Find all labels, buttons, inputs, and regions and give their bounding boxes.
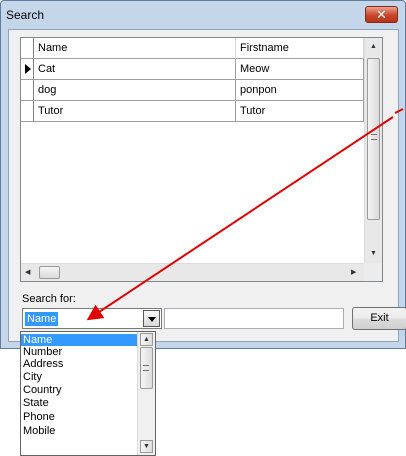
cell-firstname[interactable]: Meow [236,59,364,80]
dropdown-option-name[interactable]: Name [21,334,137,346]
exit-button[interactable]: Exit [352,307,406,330]
combobox-selected-value: Name [25,312,59,326]
scroll-up-icon: ▲ [143,336,150,343]
grip-icon [371,134,377,140]
dropdown-scrollbar[interactable]: ▲ ▼ [137,332,155,455]
scroll-left-icon[interactable]: ◀ [25,269,30,277]
grid-header: Name Firstname [21,38,364,59]
dropdown-option-city[interactable]: City [21,371,137,383]
grid-horizontal-scrollbar[interactable]: ◀ ▶ [21,263,364,281]
close-button[interactable]: ✕ [365,6,398,23]
grip-icon [143,365,149,371]
cell-name[interactable]: Tutor [34,101,236,122]
chevron-down-icon [148,317,156,322]
dropdown-option-phone[interactable]: Phone [21,411,137,423]
dropdown-option-state[interactable]: State [21,397,137,409]
grid-vertical-scrollbar[interactable]: ▲ ▼ [364,38,382,264]
header-corner [21,38,34,59]
scroll-down-icon: ▼ [143,443,150,450]
results-grid[interactable]: Name Firstname Cat Meow dog ponpon Tutor… [20,37,383,282]
table-row[interactable]: Tutor Tutor [21,101,364,122]
search-for-label: Search for: [22,293,76,305]
client-area: Name Firstname Cat Meow dog ponpon Tutor… [8,29,406,342]
column-header-firstname[interactable]: Firstname [236,38,364,59]
combobox-dropdown-button[interactable] [143,310,160,327]
dropdown-option-mobile[interactable]: Mobile [21,425,137,437]
close-icon: ✕ [376,7,387,22]
column-header-name[interactable]: Name [34,38,236,59]
table-row[interactable]: dog ponpon [21,80,364,101]
dropdown-option-number[interactable]: Number [21,346,137,358]
dropdown-scroll-up-button[interactable]: ▲ [140,333,153,346]
cell-name[interactable]: Cat [34,59,236,80]
row-header[interactable] [21,80,34,101]
search-input[interactable] [164,308,344,329]
dropdown-option-address[interactable]: Address [21,358,137,370]
row-pointer-icon [25,64,31,74]
scroll-up-icon[interactable]: ▲ [370,43,377,51]
cell-firstname[interactable]: Tutor [236,101,364,122]
search-field-dropdown-list[interactable]: Name Number Address City Country State P… [20,331,156,456]
title-bar[interactable]: Search ✕ [1,1,405,29]
row-header[interactable] [21,101,34,122]
scroll-down-icon[interactable]: ▼ [370,250,377,258]
table-row[interactable]: Cat Meow [21,59,364,80]
dropdown-option-country[interactable]: Country [21,384,137,396]
cell-firstname[interactable]: ponpon [236,80,364,101]
scrollbar-corner [364,263,382,281]
scroll-right-icon[interactable]: ▶ [351,269,356,277]
dropdown-scroll-down-button[interactable]: ▼ [140,440,153,453]
search-field-combobox[interactable]: Name [22,308,162,329]
search-window: Search ✕ Name Firstname Cat Meow dog pon… [0,0,406,349]
horizontal-scroll-thumb[interactable] [39,266,60,279]
vertical-scroll-thumb[interactable] [367,58,380,220]
dropdown-scroll-thumb[interactable] [140,347,153,389]
row-header[interactable] [21,59,34,80]
window-title: Search [6,8,45,22]
cell-name[interactable]: dog [34,80,236,101]
